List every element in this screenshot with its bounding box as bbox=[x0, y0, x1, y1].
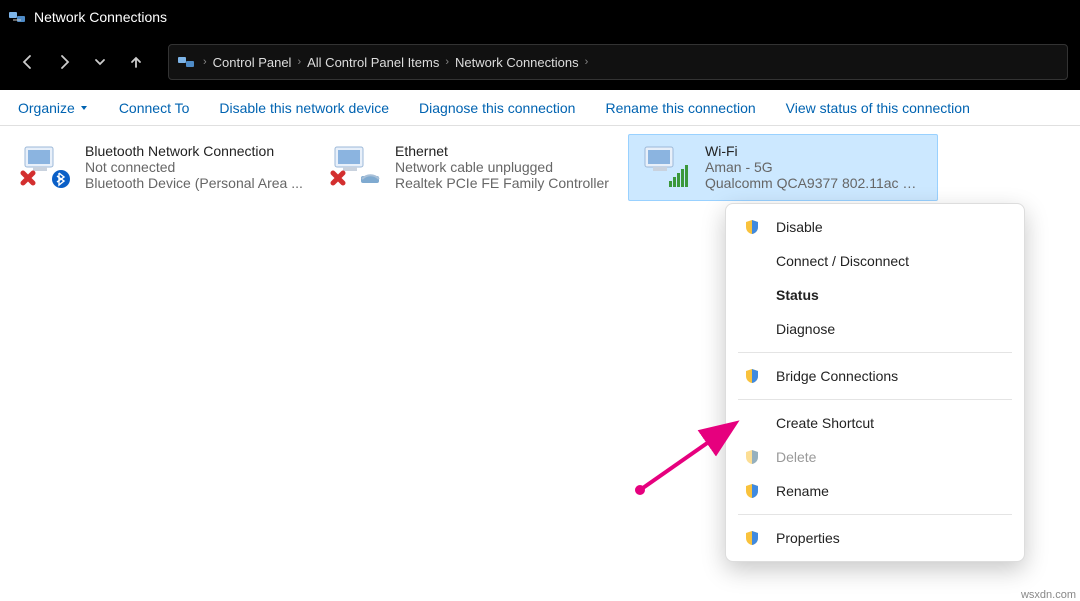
addressbar-icon bbox=[177, 53, 195, 71]
connect-to-button[interactable]: Connect To bbox=[119, 100, 190, 116]
connection-status: Network cable unplugged bbox=[395, 159, 617, 175]
menu-label: Bridge Connections bbox=[776, 368, 898, 384]
shield-icon bbox=[742, 483, 762, 499]
forward-button[interactable] bbox=[48, 46, 80, 78]
menu-disable[interactable]: Disable bbox=[726, 210, 1024, 244]
menu-label: Connect / Disconnect bbox=[776, 253, 909, 269]
context-menu: Disable Connect / Disconnect Status Diag… bbox=[725, 203, 1025, 562]
chevron-right-icon: › bbox=[445, 56, 449, 68]
chevron-right-icon: › bbox=[585, 56, 589, 68]
chevron-right-icon: › bbox=[297, 56, 301, 68]
menu-label: Delete bbox=[776, 449, 816, 465]
navbar: › Control Panel › All Control Panel Item… bbox=[0, 34, 1080, 90]
back-button[interactable] bbox=[12, 46, 44, 78]
content-area: Bluetooth Network Connection Not connect… bbox=[0, 126, 1080, 209]
window-title: Network Connections bbox=[34, 9, 167, 25]
rename-connection-button[interactable]: Rename this connection bbox=[605, 100, 755, 116]
connection-device: Realtek PCIe FE Family Controller bbox=[395, 175, 617, 191]
command-toolbar: Organize Connect To Disable this network… bbox=[0, 90, 1080, 126]
connection-name: Bluetooth Network Connection bbox=[85, 143, 307, 159]
organize-menu[interactable]: Organize bbox=[18, 100, 89, 116]
shield-icon bbox=[742, 530, 762, 546]
menu-separator bbox=[738, 352, 1012, 353]
connection-item-bluetooth[interactable]: Bluetooth Network Connection Not connect… bbox=[8, 134, 318, 201]
breadcrumb-all-items[interactable]: All Control Panel Items bbox=[303, 55, 443, 70]
connection-name: Wi-Fi bbox=[705, 143, 927, 159]
up-button[interactable] bbox=[120, 46, 152, 78]
menu-diagnose[interactable]: Diagnose bbox=[726, 312, 1024, 346]
connection-status: Aman - 5G bbox=[705, 159, 927, 175]
bluetooth-icon bbox=[19, 143, 75, 192]
shield-icon bbox=[742, 219, 762, 235]
breadcrumb-network-connections[interactable]: Network Connections bbox=[451, 55, 583, 70]
menu-separator bbox=[738, 514, 1012, 515]
menu-label: Status bbox=[776, 287, 819, 303]
watermark: wsxdn.com bbox=[1021, 589, 1076, 601]
disable-device-button[interactable]: Disable this network device bbox=[219, 100, 389, 116]
menu-label: Properties bbox=[776, 530, 840, 546]
diagnose-connection-button[interactable]: Diagnose this connection bbox=[419, 100, 575, 116]
recent-locations-button[interactable] bbox=[84, 46, 116, 78]
menu-label: Rename bbox=[776, 483, 829, 499]
titlebar: Network Connections bbox=[0, 0, 1080, 34]
connection-status: Not connected bbox=[85, 159, 307, 175]
network-connections-icon bbox=[8, 8, 26, 26]
menu-create-shortcut[interactable]: Create Shortcut bbox=[726, 406, 1024, 440]
address-bar[interactable]: › Control Panel › All Control Panel Item… bbox=[168, 44, 1068, 80]
connection-device: Qualcomm QCA9377 802.11ac Wi... bbox=[705, 175, 927, 191]
shield-icon bbox=[742, 449, 762, 465]
menu-delete: Delete bbox=[726, 440, 1024, 474]
connection-item-ethernet[interactable]: Ethernet Network cable unplugged Realtek… bbox=[318, 134, 628, 201]
menu-rename[interactable]: Rename bbox=[726, 474, 1024, 508]
view-status-button[interactable]: View status of this connection bbox=[786, 100, 970, 116]
menu-label: Diagnose bbox=[776, 321, 835, 337]
menu-bridge-connections[interactable]: Bridge Connections bbox=[726, 359, 1024, 393]
menu-status[interactable]: Status bbox=[726, 278, 1024, 312]
ethernet-icon bbox=[329, 143, 385, 192]
breadcrumb-control-panel[interactable]: Control Panel bbox=[209, 55, 296, 70]
menu-separator bbox=[738, 399, 1012, 400]
shield-icon bbox=[742, 368, 762, 384]
chevron-right-icon: › bbox=[203, 56, 207, 68]
connection-device: Bluetooth Device (Personal Area ... bbox=[85, 175, 307, 191]
menu-properties[interactable]: Properties bbox=[726, 521, 1024, 555]
wifi-icon bbox=[639, 143, 695, 192]
connection-item-wifi[interactable]: Wi-Fi Aman - 5G Qualcomm QCA9377 802.11a… bbox=[628, 134, 938, 201]
menu-label: Disable bbox=[776, 219, 823, 235]
dropdown-arrow-icon bbox=[79, 103, 89, 113]
menu-label: Create Shortcut bbox=[776, 415, 874, 431]
menu-connect-disconnect[interactable]: Connect / Disconnect bbox=[726, 244, 1024, 278]
connection-name: Ethernet bbox=[395, 143, 617, 159]
organize-label: Organize bbox=[18, 100, 75, 116]
